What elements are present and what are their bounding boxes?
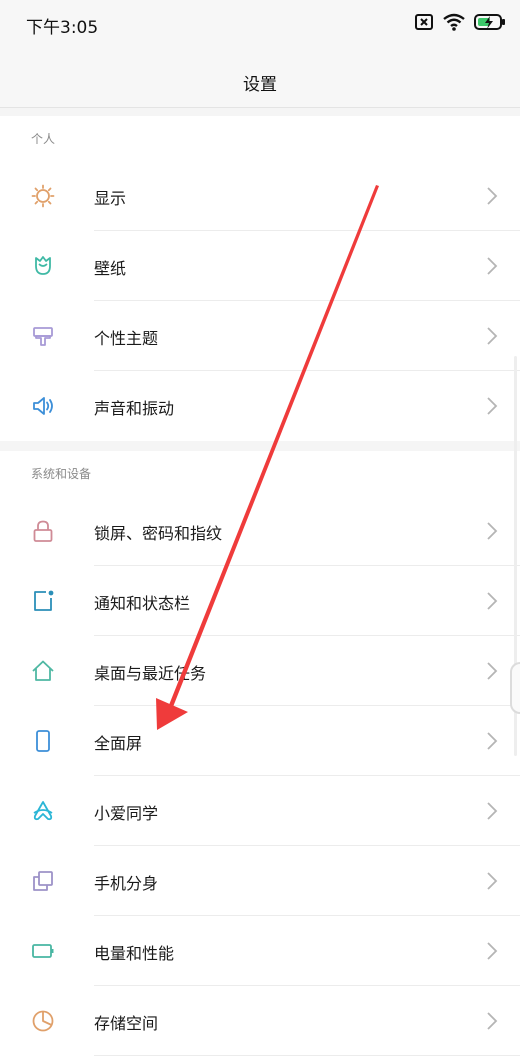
chevron-right-icon <box>486 521 498 541</box>
chevron-right-icon <box>486 326 498 346</box>
chevron-right-icon <box>486 591 498 611</box>
section-header-system: 系统和设备 <box>31 467 92 481</box>
xiaoai-icon <box>31 799 55 823</box>
settings-item-xiaoai[interactable]: 小爱同学 <box>0 776 520 846</box>
settings-item-storage[interactable]: 存储空间 <box>0 986 520 1056</box>
page-title: 设置 <box>243 75 277 95</box>
settings-item-label: 通知和状态栏 <box>94 594 191 613</box>
speaker-icon <box>31 394 55 418</box>
paint-brush-icon <box>31 324 55 348</box>
status-bar: 下午3:05 <box>0 0 520 50</box>
chevron-right-icon <box>486 871 498 891</box>
battery-icon <box>31 939 55 963</box>
divider <box>94 1055 520 1056</box>
settings-item-sound[interactable]: 声音和振动 <box>0 371 520 441</box>
wifi-icon <box>442 13 466 35</box>
notification-icon <box>31 589 55 613</box>
chevron-right-icon <box>486 186 498 206</box>
settings-item-label: 声音和振动 <box>94 399 175 418</box>
chevron-right-icon <box>486 661 498 681</box>
settings-item-label: 全面屏 <box>94 734 143 753</box>
settings-item-label: 显示 <box>94 189 127 208</box>
settings-item-theme[interactable]: 个性主题 <box>0 301 520 371</box>
chevron-right-icon <box>486 396 498 416</box>
section-header-personal: 个人 <box>31 132 56 146</box>
settings-item-home-screen[interactable]: 桌面与最近任务 <box>0 636 520 706</box>
chevron-right-icon <box>486 256 498 276</box>
settings-item-label: 壁纸 <box>94 259 127 278</box>
sim-off-icon <box>414 13 434 35</box>
tulip-icon <box>31 254 55 278</box>
section-spacer <box>0 108 520 116</box>
title-bar: 设置 <box>0 50 520 108</box>
settings-item-lockscreen[interactable]: 锁屏、密码和指纹 <box>0 496 520 566</box>
status-time: 下午3:05 <box>26 18 99 38</box>
sun-icon <box>31 184 55 208</box>
settings-item-label: 桌面与最近任务 <box>94 664 207 683</box>
settings-item-notifications[interactable]: 通知和状态栏 <box>0 566 520 636</box>
edge-scroll-handle[interactable] <box>510 662 520 714</box>
settings-item-label: 电量和性能 <box>94 944 175 963</box>
settings-item-label: 个性主题 <box>94 329 159 348</box>
settings-item-label: 小爱同学 <box>94 804 159 823</box>
lock-icon <box>31 519 55 543</box>
chevron-right-icon <box>486 1011 498 1031</box>
phone-icon <box>31 729 55 753</box>
status-icons <box>414 11 506 37</box>
home-icon <box>31 659 55 683</box>
settings-item-second-space[interactable]: 手机分身 <box>0 846 520 916</box>
chevron-right-icon <box>486 801 498 821</box>
settings-item-label: 存储空间 <box>94 1014 159 1033</box>
clone-icon <box>31 869 55 893</box>
settings-item-label: 手机分身 <box>94 874 159 893</box>
settings-item-label: 锁屏、密码和指纹 <box>94 524 223 543</box>
settings-screen: 下午3:05 设置 个人 显示 壁纸 个性主题 声音和振动 系统和设备 锁屏、密… <box>0 0 520 1062</box>
pie-chart-icon <box>31 1009 55 1033</box>
settings-item-wallpaper[interactable]: 壁纸 <box>0 231 520 301</box>
settings-item-display[interactable]: 显示 <box>0 161 520 231</box>
section-spacer <box>0 441 520 451</box>
settings-item-battery[interactable]: 电量和性能 <box>0 916 520 986</box>
battery-charging-icon <box>474 13 506 35</box>
chevron-right-icon <box>486 941 498 961</box>
settings-item-fullscreen[interactable]: 全面屏 <box>0 706 520 776</box>
chevron-right-icon <box>486 731 498 751</box>
